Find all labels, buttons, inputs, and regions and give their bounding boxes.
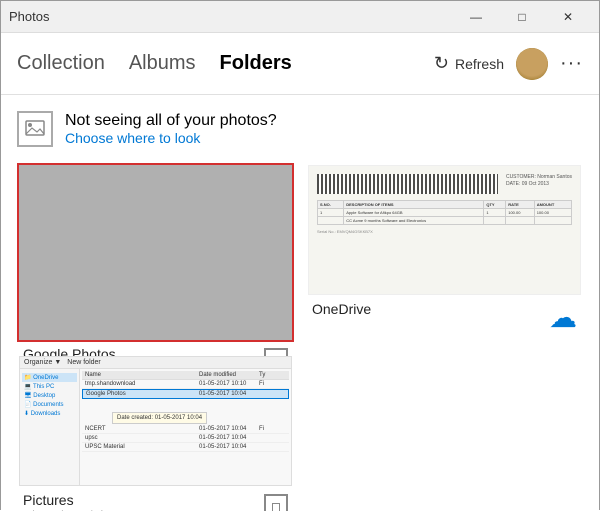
folder-info-onedrive: OneDrive ☁: [308, 295, 581, 340]
folders-grid: Google Photos C:\Users\saxen\Google Driv…: [17, 163, 583, 511]
avatar-image: [516, 48, 548, 80]
notice-icon: [17, 111, 53, 147]
notice-text-block: Not seeing all of your photos? Choose wh…: [65, 112, 277, 146]
sidebar-thispc: 💻 This PC: [22, 382, 77, 391]
cell-date-2: 01-05-2017 10:04: [196, 425, 256, 433]
explorer-sidebar: 📁 OneDrive 💻 This PC 🖥 Desktop 📄 Documen…: [20, 369, 80, 485]
folder-thumbnail-google-photos: [19, 165, 292, 340]
navbar: Collection Albums Folders ↻ Refresh ···: [1, 33, 599, 95]
content: Not seeing all of your photos? Choose wh…: [1, 95, 599, 511]
cell-name-1: Google Photos: [83, 390, 196, 398]
cell-type-2: Fi: [256, 425, 289, 433]
tab-folders[interactable]: Folders: [220, 48, 292, 79]
explorer-row-3: upsc 01-05-2017 10:04: [82, 434, 289, 443]
explorer-thumbnail: Organize ▼ New folder 📁 OneDrive 💻 This …: [19, 356, 292, 486]
cell-type-4: [256, 446, 289, 448]
maximize-button[interactable]: □: [499, 1, 545, 33]
minimize-button[interactable]: —: [453, 1, 499, 33]
app-title: Photos: [9, 9, 49, 24]
explorer-body: 📁 OneDrive 💻 This PC 🖥 Desktop 📄 Documen…: [20, 369, 291, 485]
titlebar-controls: — □ ✕: [453, 1, 591, 33]
folder-card-google-photos[interactable]: Google Photos C:\Users\saxen\Google Driv…: [17, 163, 294, 342]
sidebar-desktop: 🖥 Desktop: [22, 391, 77, 400]
folder-details-pictures: Pictures C:\Users\saxen\Pictures: [23, 492, 130, 511]
sidebar-documents: 📄 Documents: [22, 400, 77, 409]
cell-date-3: 01-05-2017 10:04: [196, 434, 256, 442]
explorer-row-1: Google Photos 01-05-2017 10:04: [82, 389, 289, 399]
cell-name-2: NCERT: [82, 425, 196, 433]
avatar[interactable]: [516, 48, 548, 80]
cell-type-3: [256, 437, 289, 439]
doc-table: S.NO.DESCRIPTION OF ITEMSQTYRATEAMOUNT 1…: [317, 200, 572, 225]
folder-card-pictures[interactable]: Organize ▼ New folder 📁 OneDrive 💻 This …: [17, 354, 294, 511]
cell-type-0: Fi: [256, 380, 289, 388]
sidebar-downloads: ⬇ Downloads: [22, 409, 77, 418]
cell-date-4: 01-05-2017 10:04: [196, 443, 256, 451]
tab-collection[interactable]: Collection: [17, 48, 105, 79]
explorer-row-0: tmp.shandownload 01-05-2017 10:10 Fi: [82, 380, 289, 389]
more-button[interactable]: ···: [560, 52, 583, 75]
notice-link[interactable]: Choose where to look: [65, 130, 277, 146]
cell-date-1: 01-05-2017 10:04: [196, 390, 255, 398]
tooltip: Date created: 01-05-2017 10:04: [112, 412, 207, 424]
cell-date-0: 01-05-2017 10:10: [196, 380, 256, 388]
folder-name-onedrive: OneDrive: [312, 301, 371, 317]
refresh-label: Refresh: [455, 56, 504, 72]
refresh-button[interactable]: ↻ Refresh: [434, 53, 504, 74]
doc-barcode: [317, 174, 498, 194]
refresh-icon: ↻: [434, 53, 449, 74]
app: Collection Albums Folders ↻ Refresh ···: [1, 33, 599, 511]
explorer-row-4: UPSC Material 01-05-2017 10:04: [82, 443, 289, 452]
titlebar: Photos — □ ✕: [1, 1, 599, 33]
tab-albums[interactable]: Albums: [129, 48, 196, 79]
notice-bar: Not seeing all of your photos? Choose wh…: [17, 111, 583, 147]
close-button[interactable]: ✕: [545, 1, 591, 33]
doc-info: CUSTOMER: Norman Santos DATE: 09 Oct 201…: [506, 174, 572, 194]
col-date: Date modified: [196, 371, 256, 379]
explorer-main: Name Date modified Ty tmp.shandownload 0…: [80, 369, 291, 485]
onedrive-cloud-icon: ☁: [549, 301, 577, 334]
folder-name-pictures: Pictures: [23, 492, 130, 508]
notice-text: Not seeing all of your photos?: [65, 112, 277, 130]
explorer-row-2: NCERT 01-05-2017 10:04 Fi: [82, 425, 289, 434]
nav-right: ↻ Refresh ···: [434, 48, 583, 80]
col-type: Ty: [256, 371, 289, 379]
nav-tabs: Collection Albums Folders: [17, 48, 292, 79]
folder-info-pictures: Pictures C:\Users\saxen\Pictures: [19, 486, 292, 511]
folder-icon-pictures: [264, 494, 288, 511]
sidebar-onedrive: 📁 OneDrive: [22, 373, 77, 382]
explorer-toolbar: Organize ▼ New folder: [20, 357, 291, 369]
col-name: Name: [82, 371, 196, 379]
folder-thumbnail-onedrive: CUSTOMER: Norman Santos DATE: 09 Oct 201…: [308, 165, 581, 295]
doc-footer: Serial No.: EMVQM4GSKKB7X: [317, 229, 572, 234]
toolbar-organize: Organize ▼: [24, 359, 61, 366]
explorer-header: Name Date modified Ty: [82, 371, 289, 380]
cell-name-4: UPSC Material: [82, 443, 196, 451]
cell-name-3: upsc: [82, 434, 196, 442]
titlebar-left: Photos: [9, 9, 49, 24]
folder-card-onedrive[interactable]: CUSTOMER: Norman Santos DATE: 09 Oct 201…: [306, 163, 583, 342]
cell-type-1: [255, 393, 288, 395]
cell-name-0: tmp.shandownload: [82, 380, 196, 388]
toolbar-new-folder: New folder: [67, 359, 100, 366]
folder-thumbnail-pictures: Organize ▼ New folder 📁 OneDrive 💻 This …: [19, 356, 292, 486]
